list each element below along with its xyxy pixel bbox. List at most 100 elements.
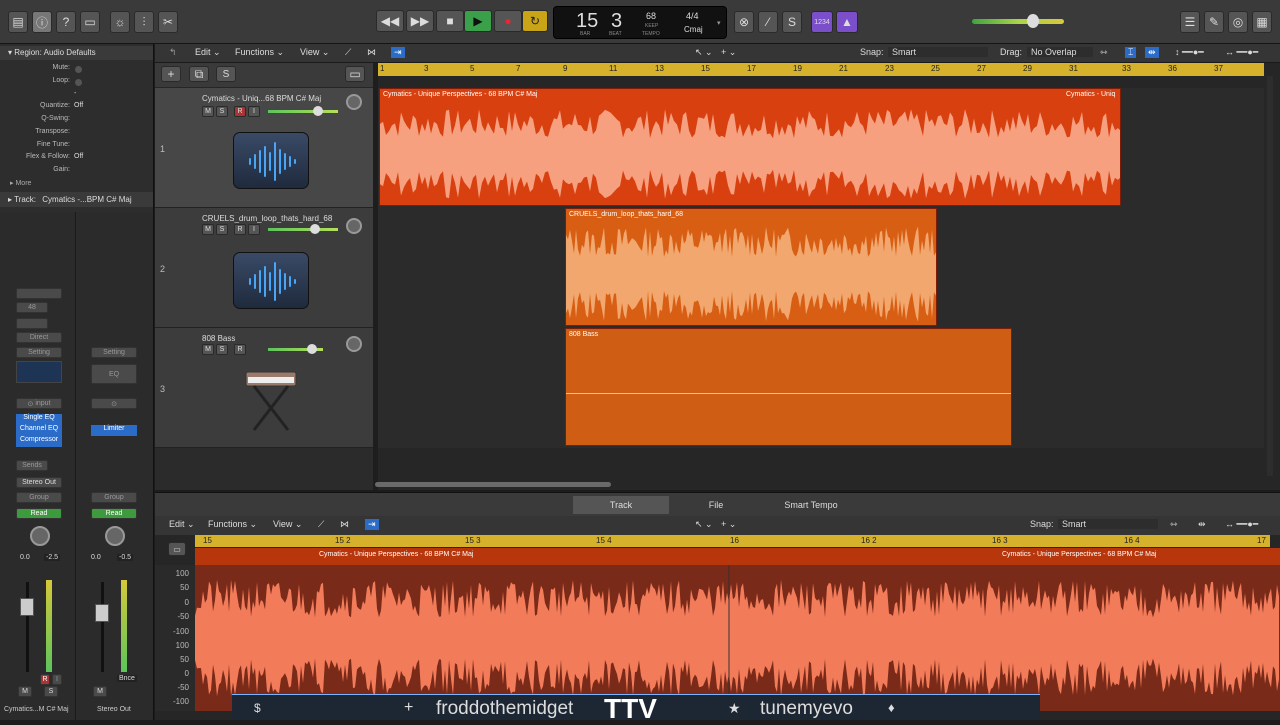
inspector-row-transpose[interactable]: Transpose: xyxy=(0,128,150,141)
zoom-vertical-slider[interactable]: ↕ ━━●━ xyxy=(1175,47,1204,58)
waveform-zoom-icon[interactable]: ⇿ xyxy=(1100,47,1108,58)
mute-button[interactable]: M xyxy=(202,344,214,355)
loop-browser-icon[interactable]: ◎ xyxy=(1228,11,1248,33)
mute-button[interactable]: M xyxy=(18,686,32,697)
group-slot[interactable]: Group xyxy=(16,492,62,503)
mute-checkbox[interactable] xyxy=(75,66,82,73)
solo-button[interactable]: S xyxy=(216,106,228,117)
region-inspector-header[interactable]: ▾ Region: Audio Defaults xyxy=(0,46,153,60)
audio-region-808[interactable]: 808 Bass xyxy=(565,328,1012,446)
record-enable-button[interactable]: R xyxy=(234,224,246,235)
horizontal-zoom-icon[interactable]: ⇹ xyxy=(1145,47,1159,58)
master-volume-slider[interactable] xyxy=(972,19,1064,24)
waveform-zoom-icon[interactable]: ⇿ xyxy=(1170,519,1178,530)
audio-region-cruels[interactable]: CRUELS_drum_loop_thats_hard_68 xyxy=(565,208,937,326)
rewind-button[interactable]: ◀◀ xyxy=(376,10,404,32)
editors-icon[interactable]: ✂ xyxy=(158,11,178,33)
mute-button[interactable]: M xyxy=(202,106,214,117)
mute-button-output[interactable]: M xyxy=(93,686,107,697)
record-enable-button[interactable]: R xyxy=(234,106,246,117)
track-header-3[interactable]: 3 808 Bass M S R xyxy=(155,328,373,448)
inspector-row-qswing[interactable]: Q-Swing: xyxy=(0,115,150,128)
vertical-zoom-icon[interactable]: ⌶ xyxy=(1125,47,1137,58)
editor-view-menu[interactable]: View ⌄ xyxy=(273,519,302,530)
pan-knob[interactable] xyxy=(346,218,362,234)
bounce-button[interactable]: Bnce xyxy=(117,675,137,682)
editor-region-bar[interactable]: Cymatics - Unique Perspectives - 68 BPM … xyxy=(195,548,1280,565)
plugin-slot-compressor[interactable]: Compressor xyxy=(16,436,62,447)
replace-icon[interactable]: ⊗ xyxy=(734,11,754,33)
editor-edit-menu[interactable]: Edit ⌄ xyxy=(169,519,195,530)
track-volume-handle[interactable] xyxy=(307,344,317,354)
automation-read-button[interactable]: Read xyxy=(16,508,62,519)
tab-file[interactable]: File xyxy=(670,496,762,514)
marquee-tool-icon[interactable]: + ⌄ xyxy=(721,47,736,58)
track-header-1[interactable]: 1 Cymatics - Uniq...68 BPM C# Maj M S R … xyxy=(155,88,373,208)
track-name[interactable]: 808 Bass xyxy=(202,334,235,343)
horizontal-zoom-icon[interactable]: ⇹ xyxy=(1198,519,1206,530)
notepad-icon[interactable]: ✎ xyxy=(1204,11,1224,33)
pointer-tool-icon[interactable]: ↖ ⌄ xyxy=(695,519,713,530)
plugin-slot-channel-eq[interactable]: Channel EQ xyxy=(16,425,62,436)
snap-select[interactable]: Smart xyxy=(888,47,988,57)
input-monitor-button[interactable]: I xyxy=(248,106,260,117)
metronome-icon[interactable]: ▲ xyxy=(836,11,858,33)
more-disclosure[interactable]: ▸ More xyxy=(10,179,31,187)
editor-functions-menu[interactable]: Functions ⌄ xyxy=(208,519,257,530)
pan-knob[interactable] xyxy=(346,336,362,352)
solo-button[interactable]: S xyxy=(44,686,58,697)
record-button[interactable]: ● xyxy=(494,10,522,32)
lcd-display[interactable]: 15 3 BAR BEAT 68 KEEP TEMPO 4/4 Cmaj ▾ xyxy=(553,6,727,39)
track-inspector-header[interactable]: ▸ Track: Cymatics -...BPM C# Maj xyxy=(0,192,153,207)
tab-smart-tempo[interactable]: Smart Tempo xyxy=(763,496,859,514)
output-slot[interactable]: Stereo Out xyxy=(16,477,62,488)
eq-slot[interactable]: EQ xyxy=(91,364,137,384)
bar-ruler[interactable]: 1 3 5 7 9 11 13 15 17 19 21 23 25 27 29 31 33 36 37 xyxy=(378,63,1264,76)
vertical-scrollbar[interactable] xyxy=(1267,76,1273,476)
input-slot[interactable] xyxy=(16,318,48,329)
smart-controls-icon[interactable]: ☼ xyxy=(110,11,130,33)
input-button[interactable]: ⊙ input xyxy=(16,398,62,409)
input-monitor-button[interactable]: I xyxy=(248,224,260,235)
stop-button[interactable]: ■ xyxy=(436,10,464,32)
mixer-icon[interactable]: ⫶ xyxy=(134,11,154,33)
direct-button[interactable]: Direct xyxy=(16,332,62,343)
eq-display[interactable] xyxy=(16,288,62,299)
pan-knob[interactable] xyxy=(30,526,50,546)
master-volume-knob[interactable] xyxy=(1027,14,1039,28)
setting-button[interactable]: Setting xyxy=(16,347,62,358)
pointer-tool-icon[interactable]: ↖ ⌄ xyxy=(695,47,713,58)
back-icon[interactable]: ↰ xyxy=(169,47,177,58)
sends-slot[interactable]: Sends xyxy=(16,460,48,471)
editor-ruler[interactable]: 15 15 2 15 3 15 4 16 16 2 16 3 16 4 17 xyxy=(195,535,1270,547)
pan-knob[interactable] xyxy=(346,94,362,110)
functions-menu[interactable]: Functions ⌄ xyxy=(235,47,284,58)
browser-icon[interactable]: ▦ xyxy=(1252,11,1272,33)
setting-button-output[interactable]: Setting xyxy=(91,347,137,358)
track-volume-handle[interactable] xyxy=(310,224,320,234)
plugin-slot-limiter[interactable]: Limiter xyxy=(91,425,137,436)
inspector-row-gain[interactable]: Gain: xyxy=(0,166,150,179)
group-slot-output[interactable]: Group xyxy=(91,492,137,503)
audio-region-cymatics[interactable]: Cymatics - Unique Perspectives - 68 BPM … xyxy=(379,88,1121,206)
track-volume-slider[interactable] xyxy=(268,110,338,113)
inspector-row-loop[interactable]: Loop: xyxy=(0,77,150,90)
add-track-button[interactable]: + xyxy=(161,66,181,82)
mute-button[interactable]: M xyxy=(202,224,214,235)
help-icon[interactable]: ? xyxy=(56,11,76,33)
inspector-row-quantize[interactable]: Quantize: Off xyxy=(0,102,150,115)
automation-icon[interactable]: ⟋ xyxy=(318,519,324,530)
global-tracks-icon[interactable]: ▭ xyxy=(345,66,365,82)
automation-read-button-output[interactable]: Read xyxy=(91,508,137,519)
editor-track-icon[interactable]: ▭ xyxy=(168,542,186,556)
link-icon[interactable]: ⊙ xyxy=(91,398,137,409)
view-menu[interactable]: View ⌄ xyxy=(300,47,329,58)
inspector-row-flex[interactable]: Flex & Follow: Off xyxy=(0,153,150,166)
inspector-row-mute[interactable]: Mute: xyxy=(0,64,150,77)
catch-icon[interactable]: ⇥ xyxy=(365,519,379,530)
zoom-horizontal-slider[interactable]: ↔ ━━●━ xyxy=(1225,519,1258,530)
track-volume-slider[interactable] xyxy=(268,228,338,231)
volume-fader-output[interactable] xyxy=(95,604,109,622)
duplicate-track-icon[interactable]: ⧉ xyxy=(189,66,209,82)
snap-select[interactable]: Smart xyxy=(1058,519,1158,529)
